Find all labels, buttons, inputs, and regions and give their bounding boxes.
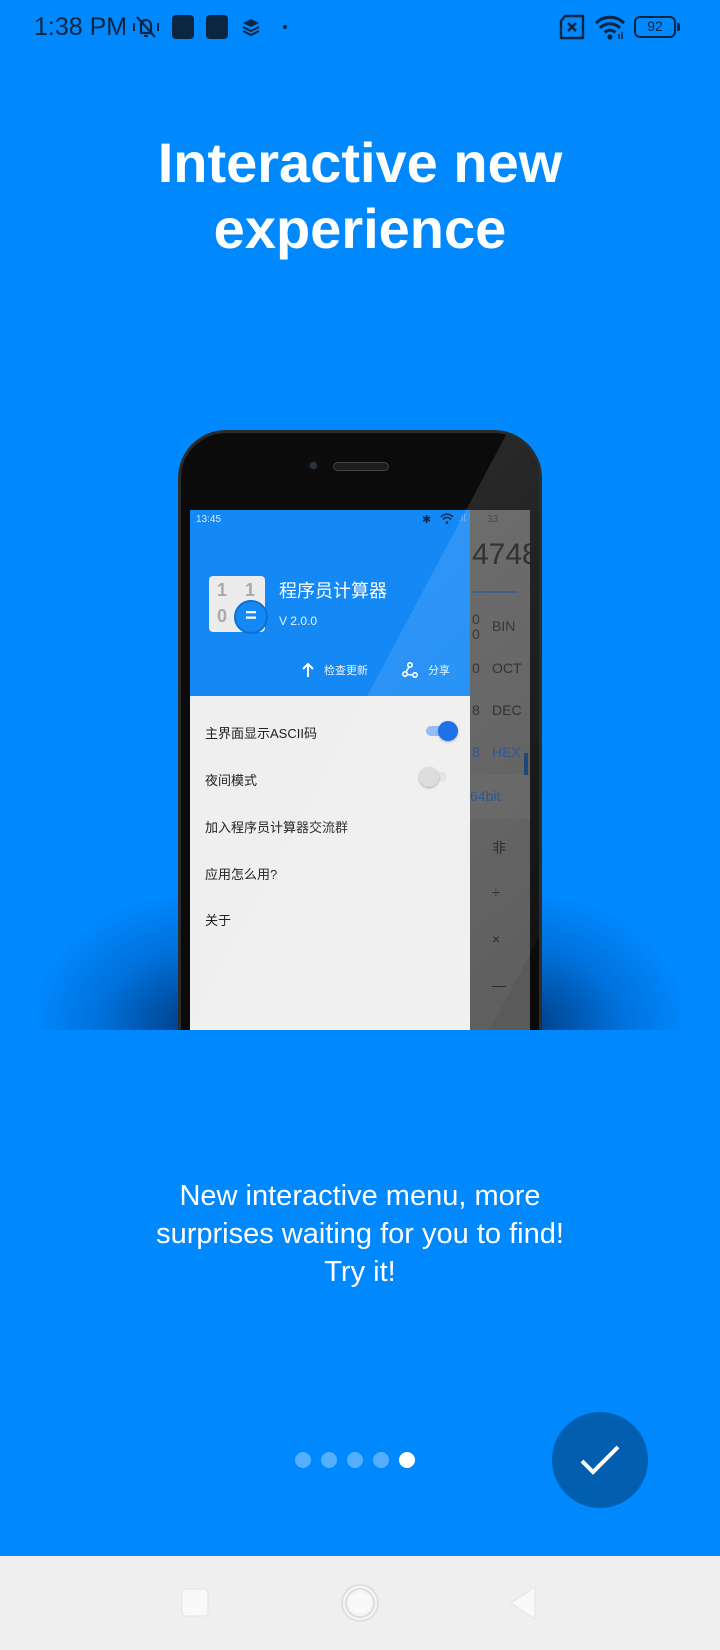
mockup-menu-item: 夜间模式: [205, 773, 258, 788]
description-line: New interactive menu, more: [179, 1180, 541, 1212]
battery-icon: 92: [634, 16, 680, 38]
phone-camera: [308, 460, 319, 471]
mockup-key: ÷: [492, 884, 500, 900]
back-button[interactable]: [498, 1578, 548, 1628]
mockup-key: 非: [492, 840, 506, 856]
mockup-toggle-off: [419, 767, 449, 787]
mockup-display-value: 4748: [472, 538, 530, 571]
mockup-battery: 33: [487, 514, 499, 525]
bluetooth-icon: ✱: [422, 514, 432, 526]
dot-icon: [283, 25, 287, 29]
layers-icon: [242, 19, 260, 37]
phone-mockup-image: 33 4748 0 0 BIN 0 OCT 8 DEC 8 HEX 64bit …: [178, 430, 542, 1030]
status-bar: 1:38 PM 92: [0, 0, 720, 54]
system-nav-bar: [0, 1556, 720, 1650]
mockup-word-size: 64bit: [470, 775, 530, 819]
battery-level: 92: [634, 16, 676, 38]
mute-vibrate-icon: [133, 16, 159, 38]
arrow-up-icon: [302, 662, 314, 677]
wifi-icon: [440, 513, 454, 524]
mockup-menu-item: 关于: [205, 913, 232, 928]
back-triangle-icon: [510, 1586, 536, 1620]
page-dot-5-active[interactable]: [399, 1452, 415, 1468]
recent-apps-button[interactable]: [170, 1578, 220, 1628]
home-button[interactable]: [335, 1578, 385, 1628]
title-line: experience: [213, 197, 507, 260]
status-time: 1:38 PM: [34, 13, 128, 41]
done-button[interactable]: [552, 1412, 648, 1508]
app-logo: 1 1 0 =: [209, 576, 268, 634]
page-dot-4[interactable]: [373, 1452, 389, 1468]
mockup-key: —: [492, 977, 506, 993]
mockup-key: ×: [492, 931, 501, 947]
app-notification-icon: [206, 15, 228, 39]
app-notification-icon: [172, 15, 194, 39]
mockup-share: 分享: [402, 662, 450, 678]
mockup-check-update: 检查更新: [302, 662, 368, 678]
page-dot-1[interactable]: [295, 1452, 311, 1468]
mockup-menu-item: 主界面显示ASCII码: [205, 726, 317, 741]
phone-shadow: [40, 900, 200, 1030]
square-icon: [181, 1588, 209, 1617]
mockup-calculator-background: 33 4748 0 0 BIN 0 OCT 8 DEC 8 HEX 64bit …: [470, 510, 530, 1030]
phone-shadow: [520, 900, 680, 1030]
mockup-drawer: 13:45 ✱ .ıl 1 1 0 = 程序员计算器 V 2.0.0 检查更新 …: [190, 510, 470, 1030]
mockup-drawer-header: 13:45 ✱ .ıl 1 1 0 = 程序员计算器 V 2.0.0 检查更新 …: [190, 510, 470, 696]
signal-icon: .ıl: [458, 513, 466, 524]
page-dot-2[interactable]: [321, 1452, 337, 1468]
no-sim-icon: [559, 14, 585, 40]
phone-speaker: [333, 462, 389, 471]
mockup-status-time: 13:45: [196, 514, 222, 525]
mockup-app-version: V 2.0.0: [279, 614, 318, 628]
mockup-menu-item: 加入程序员计算器交流群: [205, 820, 349, 835]
onboarding-description: New interactive menu, more surprises wai…: [60, 1177, 660, 1291]
check-icon: [580, 1445, 620, 1475]
description-line: surprises waiting for you to find!: [156, 1218, 564, 1250]
page-dot-3[interactable]: [347, 1452, 363, 1468]
onboarding-title: Interactive new experience: [0, 130, 720, 262]
share-icon: [402, 662, 418, 678]
mockup-toggle-on: [426, 721, 458, 741]
circle-icon: [341, 1584, 379, 1622]
page-indicator: [295, 1452, 415, 1468]
description-line: Try it!: [324, 1256, 396, 1288]
mockup-screen: 33 4748 0 0 BIN 0 OCT 8 DEC 8 HEX 64bit …: [190, 510, 530, 1030]
mockup-app-name: 程序员计算器: [279, 581, 387, 601]
title-line: Interactive new: [157, 131, 563, 194]
wifi-icon: [594, 15, 626, 40]
mockup-menu-item: 应用怎么用?: [205, 867, 278, 882]
